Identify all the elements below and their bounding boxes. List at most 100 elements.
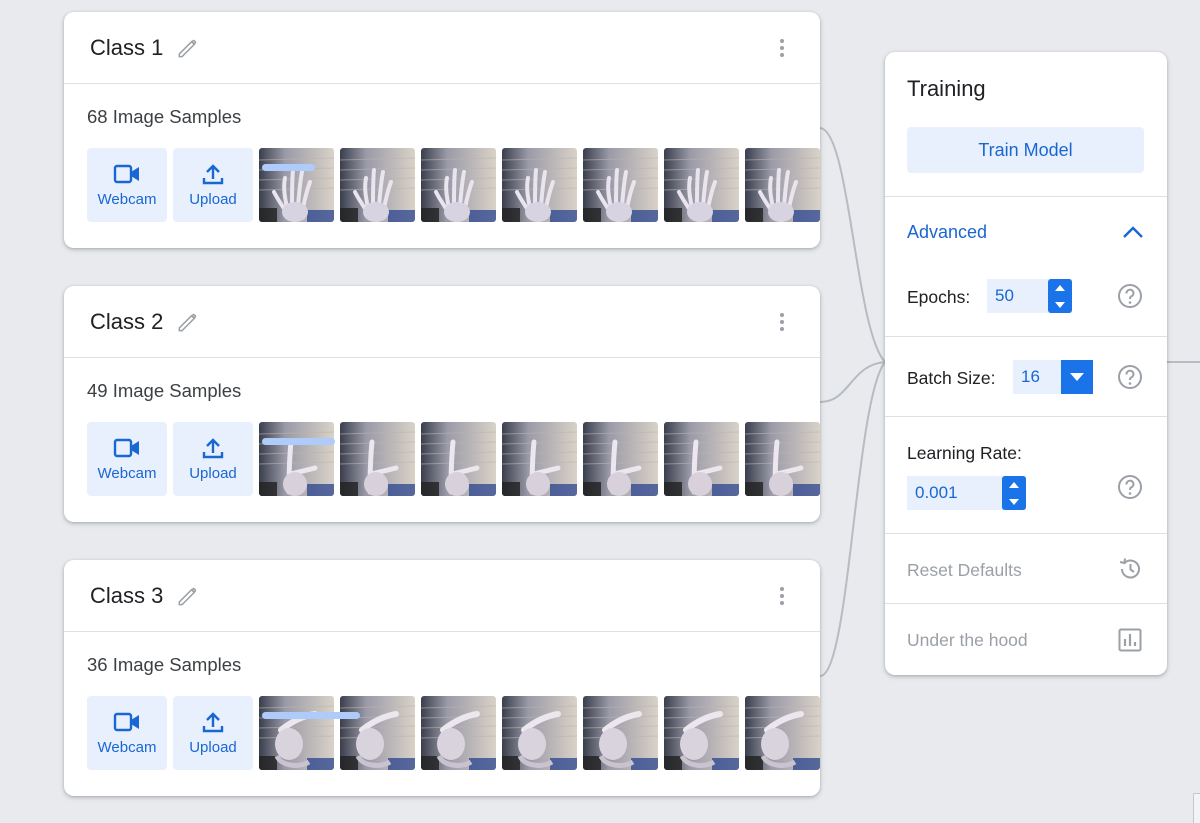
upload-label: Upload [189, 190, 237, 208]
train-model-button[interactable]: Train Model [907, 127, 1144, 173]
sample-row: Webcam Upload [87, 422, 820, 496]
epochs-input[interactable]: 50 [987, 279, 1072, 313]
scroll-corner [1193, 793, 1200, 823]
epochs-stepper[interactable] [1048, 279, 1072, 313]
batch-size-value: 16 [1021, 367, 1040, 386]
more-vert-icon[interactable] [774, 310, 790, 334]
sample-row: Webcam Upload [87, 148, 820, 222]
upload-label: Upload [189, 738, 237, 756]
advanced-toggle[interactable]: Advanced [907, 222, 987, 243]
reset-defaults-button[interactable]: Reset Defaults [907, 560, 1022, 581]
thumbnail-strip [259, 148, 820, 222]
sample-thumbnail[interactable] [421, 696, 496, 770]
learning-rate-stepper[interactable] [1002, 476, 1026, 510]
thumbnail-scrollbar[interactable] [262, 712, 360, 719]
upload-button[interactable]: Upload [173, 696, 253, 770]
training-title: Training [907, 76, 986, 101]
sample-thumbnail[interactable] [664, 148, 739, 222]
chevron-up-icon[interactable] [1121, 224, 1145, 240]
sample-thumbnail[interactable] [259, 422, 334, 496]
divider [885, 603, 1167, 604]
sample-thumbnail[interactable] [664, 696, 739, 770]
sample-thumbnail[interactable] [502, 422, 577, 496]
sample-thumbnail[interactable] [421, 422, 496, 496]
learning-rate-input[interactable]: 0.001 [907, 476, 1026, 510]
class-card-header: Class 1 [64, 12, 820, 84]
sample-thumbnail[interactable] [745, 696, 820, 770]
webcam-icon [113, 438, 139, 457]
upload-icon [202, 163, 224, 184]
class-card-header: Class 3 [64, 560, 820, 632]
learning-rate-label: Learning Rate: [907, 443, 1022, 463]
sample-thumbnail[interactable] [583, 148, 658, 222]
upload-button[interactable]: Upload [173, 422, 253, 496]
class-card-2: Class 2 49 Image Samples Webcam Upload [64, 286, 820, 522]
divider [885, 336, 1167, 337]
class-card-3: Class 3 36 Image Samples Webcam Upload [64, 560, 820, 796]
webcam-button[interactable]: Webcam [87, 148, 167, 222]
batch-size-select[interactable]: 16 [1013, 360, 1093, 394]
thumbnail-scrollbar[interactable] [262, 438, 335, 445]
sample-thumbnail[interactable] [745, 422, 820, 496]
sample-thumbnail[interactable] [259, 148, 334, 222]
class-card-body: 68 Image Samples Webcam Upload [64, 84, 820, 222]
output-connector [1167, 361, 1200, 363]
sample-thumbnail[interactable] [664, 422, 739, 496]
webcam-button[interactable]: Webcam [87, 696, 167, 770]
under-the-hood-button[interactable]: Under the hood [907, 630, 1028, 651]
more-vert-icon[interactable] [774, 584, 790, 608]
sample-thumbnail[interactable] [421, 148, 496, 222]
training-panel: Training Train Model Advanced Epochs: 50… [885, 52, 1167, 675]
webcam-label: Webcam [97, 190, 157, 208]
divider [885, 416, 1167, 417]
class-card-header: Class 2 [64, 286, 820, 358]
pencil-icon[interactable] [175, 309, 201, 335]
history-icon[interactable] [1117, 556, 1143, 582]
thumbnail-strip [259, 422, 820, 496]
upload-label: Upload [189, 464, 237, 482]
batch-size-label: Batch Size: [907, 368, 996, 388]
divider [885, 196, 1167, 197]
bar-chart-icon[interactable] [1117, 627, 1143, 653]
class-title[interactable]: Class 3 [90, 583, 163, 609]
sample-thumbnail[interactable] [340, 696, 415, 770]
sample-thumbnail[interactable] [583, 422, 658, 496]
sample-thumbnail[interactable] [340, 148, 415, 222]
more-vert-icon[interactable] [774, 36, 790, 60]
thumbnail-scrollbar[interactable] [262, 164, 315, 171]
sample-thumbnail[interactable] [340, 422, 415, 496]
webcam-button[interactable]: Webcam [87, 422, 167, 496]
upload-icon [202, 711, 224, 732]
thumbnail-strip [259, 696, 820, 770]
upload-button[interactable]: Upload [173, 148, 253, 222]
help-icon[interactable] [1117, 283, 1143, 309]
sample-thumbnail[interactable] [745, 148, 820, 222]
webcam-icon [113, 712, 139, 731]
class-card-1: Class 1 68 Image Samples Webcam Upload [64, 12, 820, 248]
sample-thumbnail[interactable] [259, 696, 334, 770]
webcam-icon [113, 164, 139, 183]
chevron-down-icon[interactable] [1061, 360, 1093, 394]
pencil-icon[interactable] [175, 35, 201, 61]
help-icon[interactable] [1117, 474, 1143, 500]
upload-icon [202, 437, 224, 458]
sample-thumbnail[interactable] [502, 696, 577, 770]
webcam-label: Webcam [97, 464, 157, 482]
sample-count: 49 Image Samples [87, 380, 242, 401]
webcam-label: Webcam [97, 738, 157, 756]
sample-thumbnail[interactable] [583, 696, 658, 770]
pencil-icon[interactable] [175, 583, 201, 609]
sample-count: 36 Image Samples [87, 654, 242, 675]
sample-row: Webcam Upload [87, 696, 820, 770]
help-icon[interactable] [1117, 364, 1143, 390]
epochs-value: 50 [995, 286, 1014, 305]
learning-rate-value: 0.001 [915, 483, 958, 502]
class-card-body: 49 Image Samples Webcam Upload [64, 358, 820, 496]
sample-thumbnail[interactable] [502, 148, 577, 222]
class-title[interactable]: Class 1 [90, 35, 163, 61]
class-card-body: 36 Image Samples Webcam Upload [64, 632, 820, 770]
divider [885, 533, 1167, 534]
sample-count: 68 Image Samples [87, 106, 242, 127]
class-title[interactable]: Class 2 [90, 309, 163, 335]
epochs-label: Epochs: [907, 287, 971, 307]
